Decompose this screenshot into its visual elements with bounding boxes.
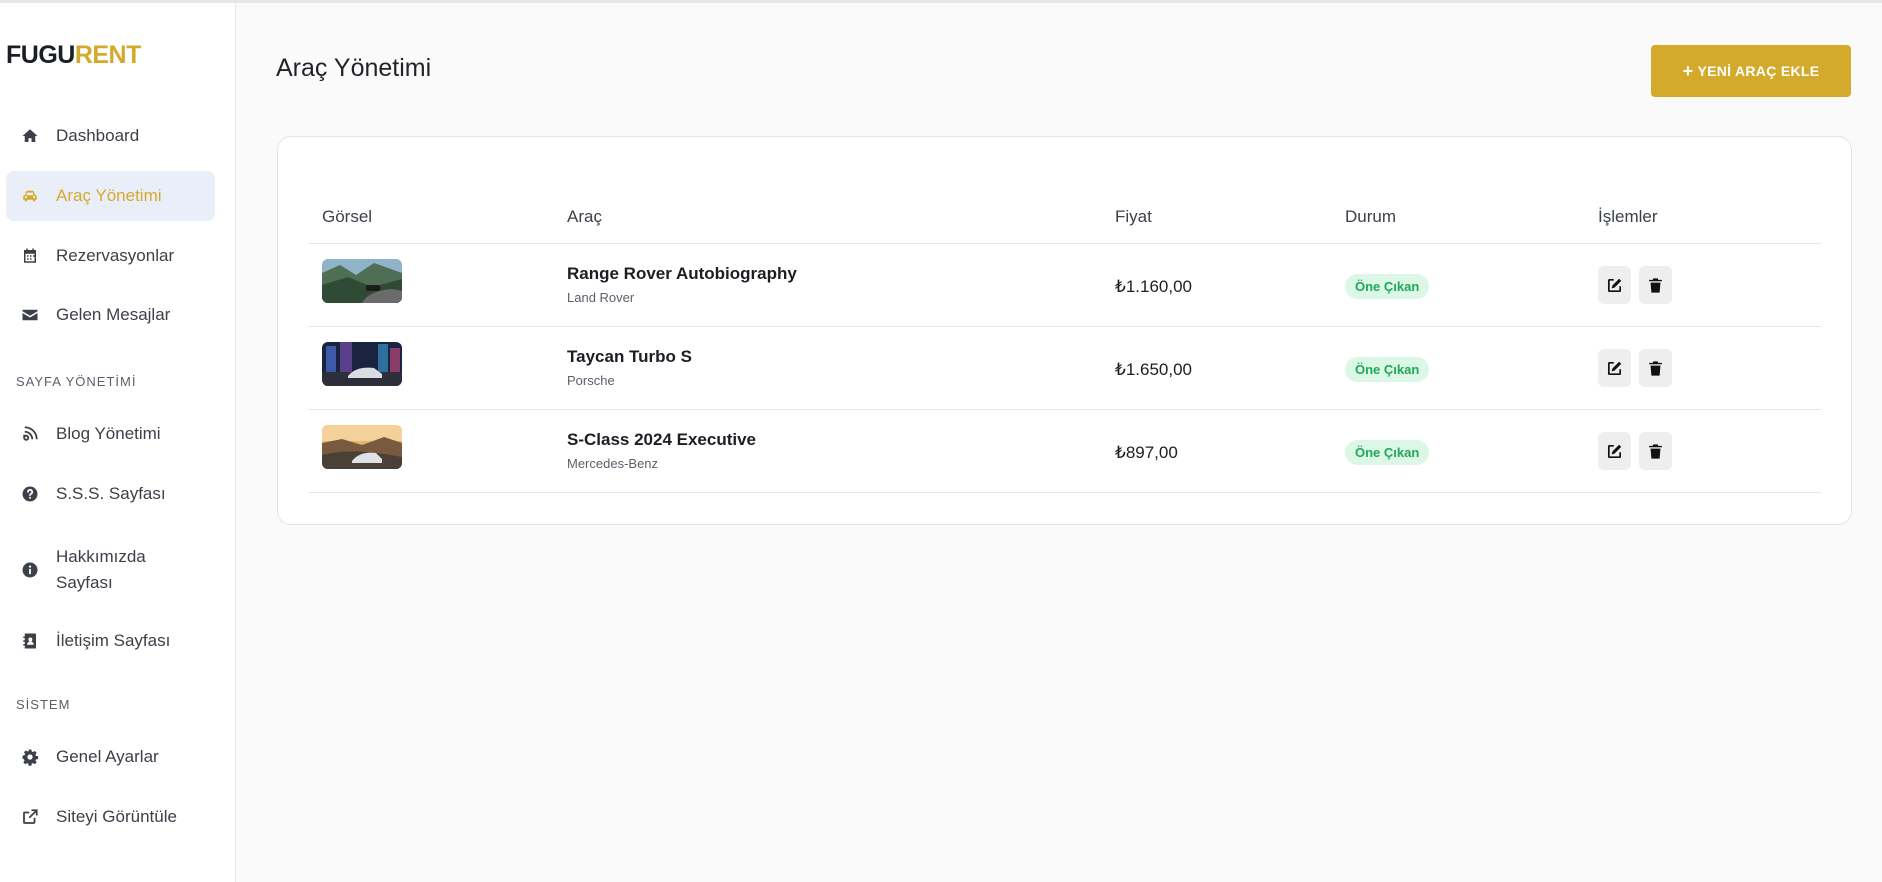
sidebar-item-label: Dashboard	[56, 126, 140, 145]
add-vehicle-label: YENİ ARAÇ EKLE	[1697, 63, 1820, 79]
calendar-icon	[20, 246, 40, 266]
column-header-price: Fiyat	[1115, 207, 1152, 226]
trash-icon	[1649, 360, 1662, 376]
sidebar-item-label: Gelen Mesajlar	[56, 305, 171, 324]
brand-logo-part1: FUGU	[6, 41, 75, 69]
sidebar-item-label: Blog Yönetimi	[56, 424, 161, 443]
vehicle-name: Taycan Turbo S	[567, 347, 693, 366]
vehicle-price: ₺1.160,00	[1115, 277, 1192, 296]
vehicle-brand: Porsche	[567, 373, 615, 388]
column-header-status: Durum	[1345, 207, 1397, 226]
contact-book-icon	[20, 631, 40, 651]
delete-button[interactable]	[1639, 266, 1672, 304]
edit-icon	[1607, 361, 1622, 375]
status-badge: Öne Çıkan	[1345, 274, 1430, 299]
page-title: Araç Yönetimi	[276, 54, 432, 82]
vehicles-table-card: Görsel Araç Fiyat Durum İşlemler Range R…	[277, 136, 1852, 525]
plus-icon: +	[1682, 60, 1694, 81]
vehicle-brand: Mercedes-Benz	[567, 456, 659, 471]
column-header-image: Görsel	[322, 207, 373, 226]
sidebar-item-label: Hakkımızda Sayfası	[56, 547, 146, 592]
edit-icon	[1607, 444, 1622, 458]
sidebar-item-label: Rezervasyonlar	[56, 246, 175, 265]
table-row: Taycan Turbo S Porsche ₺1.650,00 Öne Çık…	[278, 327, 1851, 410]
section-title-system: SİSTEM	[16, 697, 71, 712]
trash-icon	[1649, 443, 1662, 459]
sidebar-item-hakkimizda[interactable]: Hakkımızda Sayfası	[6, 539, 215, 601]
table-row: Range Rover Autobiography Land Rover ₺1.…	[278, 244, 1851, 327]
sidebar-item-label: S.S.S. Sayfası	[56, 484, 166, 503]
vehicle-thumbnail[interactable]	[322, 342, 402, 386]
vehicle-brand: Land Rover	[567, 290, 635, 305]
envelope-icon	[20, 305, 40, 325]
vehicle-thumbnail[interactable]	[322, 425, 402, 469]
brand-logo[interactable]: FUGURENT	[6, 41, 141, 70]
car-icon	[20, 186, 40, 206]
question-icon	[20, 484, 40, 504]
edit-button[interactable]	[1598, 266, 1631, 304]
row-divider	[308, 492, 1821, 493]
sidebar: FUGURENT Dashboard Araç Yönetimi Rezerva…	[0, 3, 236, 882]
sidebar-item-sss[interactable]: S.S.S. Sayfası	[6, 469, 215, 519]
column-header-vehicle: Araç	[567, 207, 602, 226]
sidebar-item-label: Siteyi Görüntüle	[56, 807, 177, 826]
sidebar-item-rezervasyonlar[interactable]: Rezervasyonlar	[6, 231, 215, 281]
vehicle-name: S-Class 2024 Executive	[567, 430, 757, 449]
sidebar-item-label: Genel Ayarlar	[56, 747, 159, 766]
delete-button[interactable]	[1639, 349, 1672, 387]
gear-icon	[20, 747, 40, 767]
sidebar-item-arac-yonetimi[interactable]: Araç Yönetimi	[6, 171, 215, 221]
home-icon	[20, 126, 40, 146]
edit-button[interactable]	[1598, 349, 1631, 387]
sidebar-item-label: Araç Yönetimi	[56, 186, 162, 205]
vehicle-name: Range Rover Autobiography	[567, 264, 797, 283]
sidebar-item-siteyi-goruntule[interactable]: Siteyi Görüntüle	[6, 792, 215, 842]
external-link-icon	[20, 807, 40, 827]
section-title-page-management: SAYFA YÖNETİMİ	[16, 374, 137, 389]
info-icon	[20, 560, 40, 580]
status-badge: Öne Çıkan	[1345, 440, 1430, 465]
vehicle-price: ₺897,00	[1115, 443, 1178, 462]
edit-icon	[1607, 278, 1622, 292]
vehicle-thumbnail[interactable]	[322, 259, 402, 303]
vehicle-price: ₺1.650,00	[1115, 360, 1192, 379]
delete-button[interactable]	[1639, 432, 1672, 470]
trash-icon	[1649, 277, 1662, 293]
sidebar-item-label: İletişim Sayfası	[56, 631, 171, 650]
sidebar-item-iletisim[interactable]: İletişim Sayfası	[6, 616, 215, 666]
sidebar-item-genel-ayarlar[interactable]: Genel Ayarlar	[6, 732, 215, 782]
brand-logo-part2: RENT	[74, 41, 142, 69]
sidebar-item-gelen-mesajlar[interactable]: Gelen Mesajlar	[6, 290, 215, 340]
table-row: S-Class 2024 Executive Mercedes-Benz ₺89…	[278, 410, 1851, 493]
top-border	[0, 0, 1882, 3]
sidebar-item-blog[interactable]: Blog Yönetimi	[6, 409, 215, 459]
status-badge: Öne Çıkan	[1345, 357, 1430, 382]
add-vehicle-button[interactable]: + YENİ ARAÇ EKLE	[1651, 45, 1851, 97]
column-header-actions: İşlemler	[1598, 207, 1658, 226]
sidebar-item-dashboard[interactable]: Dashboard	[6, 111, 215, 161]
blog-icon	[20, 424, 40, 444]
edit-button[interactable]	[1598, 432, 1631, 470]
